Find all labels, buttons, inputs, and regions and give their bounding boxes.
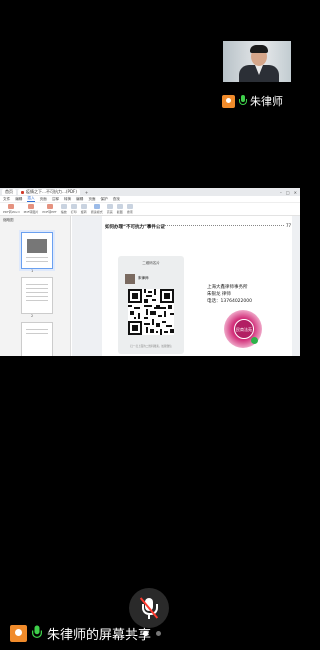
law-firm-name: 上海大鑫律师事务所 xyxy=(207,285,248,290)
shared-screen: 首页 疫情之下…不可抗力…(PDF) + – □ ✕ 文件 编辑 插入 页面 注… xyxy=(0,188,300,356)
page-dot[interactable] xyxy=(117,631,122,636)
menu-item[interactable]: 保护 xyxy=(101,197,108,202)
toolbar-button[interactable]: 阅读模式 xyxy=(91,204,103,214)
phone-number: 电话：13764022000 xyxy=(207,299,252,304)
toolbar-button[interactable]: 截图 xyxy=(116,204,123,214)
toc-entry[interactable]: 如何办理“不可抗力”事件公证 xyxy=(105,224,165,230)
maximize-icon[interactable]: □ xyxy=(286,190,290,195)
convert-ppt-icon xyxy=(46,204,53,209)
menu-item[interactable]: 页面 xyxy=(88,197,95,202)
toolbar-button[interactable]: PDF转PPT xyxy=(42,204,57,214)
speaker-name: 朱律师 xyxy=(250,95,283,108)
menu-item[interactable]: 插入 xyxy=(27,196,35,202)
wechat-avatar xyxy=(125,274,135,284)
tab-home[interactable]: 首页 xyxy=(2,189,16,195)
menu-item[interactable]: 文件 xyxy=(3,197,10,202)
microphone-on-icon xyxy=(239,95,247,107)
page-thumbnail[interactable] xyxy=(19,230,55,271)
menu-bar: 文件 编辑 插入 页面 注释 转换 编辑 页面 保护 查找 xyxy=(0,196,300,203)
wechat-name: 朱律师 xyxy=(138,276,149,280)
page-number: 1 xyxy=(31,269,34,273)
menu-item[interactable]: 编辑 xyxy=(76,197,83,202)
toc-page-number: 77 xyxy=(286,223,292,228)
rotate-icon xyxy=(80,204,87,209)
qr-caption: 扫一扫上面的二维码图案，加我微信 xyxy=(130,345,172,348)
toolbar-button[interactable]: 高亮 xyxy=(106,204,113,214)
search-icon xyxy=(126,204,133,209)
document-page: 如何办理“不可抗力”事件公证 77 二维码名片 朱律师 扫一扫上面的二维码图案，… xyxy=(102,216,292,356)
thumbnail-sidebar: 缩略图 1 2 xyxy=(0,216,71,356)
convert-word-icon xyxy=(8,204,15,209)
toolbar-button[interactable]: PDF转Word xyxy=(3,204,20,214)
pdf-icon xyxy=(21,190,24,194)
brand-seal-logo: 民商法苑 xyxy=(224,310,262,348)
mute-button[interactable] xyxy=(129,588,169,628)
menu-item[interactable]: 查找 xyxy=(113,197,120,202)
screenshot-icon xyxy=(116,204,123,209)
page-dot-active[interactable] xyxy=(143,631,148,636)
user-avatar-icon xyxy=(10,624,27,642)
qr-code xyxy=(128,289,174,335)
convert-image-icon xyxy=(27,204,34,209)
page-thumbnail[interactable] xyxy=(21,277,53,314)
highlight-icon xyxy=(106,204,113,209)
toc-leader xyxy=(164,225,284,226)
page-dot[interactable] xyxy=(130,631,135,636)
toolbar-button[interactable]: 打印 xyxy=(70,204,77,214)
zoom-icon xyxy=(60,204,67,209)
toolbar-button[interactable]: 旋转 xyxy=(80,204,87,214)
toolbar-button[interactable]: 搜索 xyxy=(126,204,133,214)
wechat-icon xyxy=(251,337,258,344)
speaker-name-tag: 朱律师 xyxy=(222,93,283,109)
tab-document[interactable]: 疫情之下…不可抗力…(PDF) xyxy=(18,189,80,195)
close-icon[interactable]: ✕ xyxy=(294,190,297,195)
seal-text: 民商法苑 xyxy=(234,319,254,339)
new-tab-button[interactable]: + xyxy=(82,189,91,195)
menu-item[interactable]: 编辑 xyxy=(15,197,22,202)
page-thumbnail[interactable] xyxy=(21,322,53,356)
page-number: 2 xyxy=(31,314,34,318)
window-controls: – □ ✕ xyxy=(280,190,300,195)
page-dot[interactable] xyxy=(156,631,161,636)
print-icon xyxy=(70,204,77,209)
page-indicator[interactable] xyxy=(117,631,161,636)
document-viewport[interactable]: 如何办理“不可抗力”事件公证 77 二维码名片 朱律师 扫一扫上面的二维码图案，… xyxy=(72,216,300,356)
toolbar: PDF转Word PDF转图片 PDF转PPT 缩放 打印 旋转 阅读模式 高亮… xyxy=(0,203,300,216)
browser-tab-bar: 首页 疫情之下…不可抗力…(PDF) + – □ ✕ xyxy=(0,188,300,196)
menu-item[interactable]: 注释 xyxy=(52,197,59,202)
wechat-card-header: 二维码名片 xyxy=(142,261,160,265)
wechat-card-screenshot: 二维码名片 朱律师 扫一扫上面的二维码图案，加我微信 xyxy=(118,256,184,354)
user-avatar-icon xyxy=(222,94,235,108)
speaker-video-thumbnail[interactable] xyxy=(223,41,291,82)
toolbar-button[interactable]: 缩放 xyxy=(60,204,67,214)
sidebar-heading: 缩略图 xyxy=(3,218,14,222)
menu-item[interactable]: 转换 xyxy=(64,197,71,202)
microphone-on-icon xyxy=(32,625,42,641)
reading-mode-icon xyxy=(93,204,100,209)
minimize-icon[interactable]: – xyxy=(280,190,282,195)
lawyer-name: 朱银龙 律师 xyxy=(207,292,231,297)
contact-info: 上海大鑫律师事务所 朱银龙 律师 电话：13764022000 xyxy=(207,284,252,305)
thumbnail-image xyxy=(27,239,47,253)
toolbar-button[interactable]: PDF转图片 xyxy=(24,204,38,214)
menu-item[interactable]: 页面 xyxy=(40,197,47,202)
speaker-hair xyxy=(250,45,268,53)
